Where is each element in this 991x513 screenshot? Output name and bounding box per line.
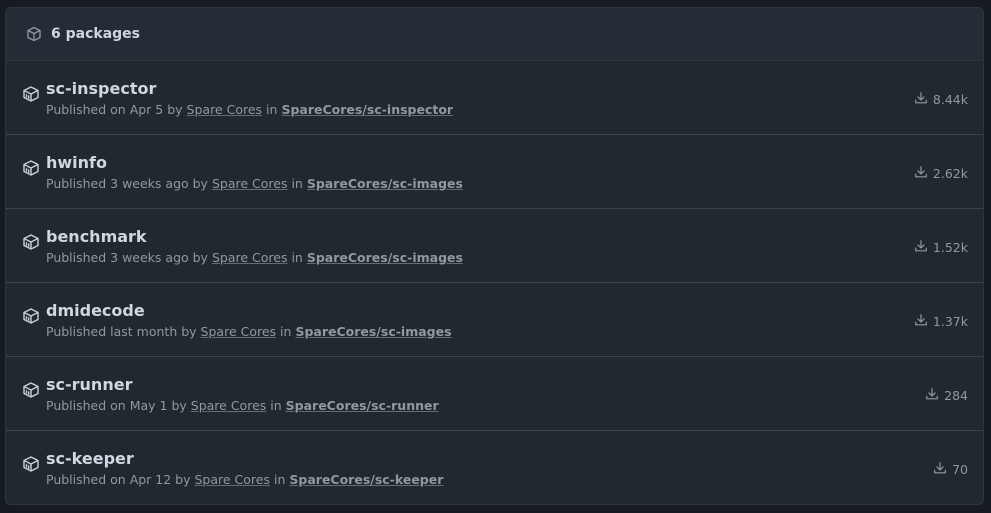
author-link[interactable]: Spare Cores	[212, 176, 288, 191]
package-meta: Published on May 1 by Spare Cores in Spa…	[46, 398, 439, 413]
package-name-link[interactable]: dmidecode	[46, 301, 145, 320]
container-package-icon	[22, 307, 40, 325]
download-count-value: 2.62k	[932, 166, 968, 181]
package-row: hwinfo Published 3 weeks ago by Spare Co…	[6, 135, 983, 209]
package-row: sc-keeper Published on Apr 12 by Spare C…	[6, 431, 983, 504]
download-icon	[925, 387, 944, 404]
container-package-icon	[22, 455, 40, 473]
download-count-value: 284	[944, 388, 968, 403]
package-name-link[interactable]: hwinfo	[46, 153, 107, 172]
package-icon	[26, 26, 42, 42]
author-link[interactable]: Spare Cores	[212, 250, 288, 265]
download-icon	[914, 313, 933, 330]
package-name-link[interactable]: sc-runner	[46, 375, 132, 394]
download-count: 70	[933, 461, 968, 478]
repository-link[interactable]: SpareCores/sc-images	[295, 324, 451, 339]
repository-link[interactable]: SpareCores/sc-keeper	[289, 472, 443, 487]
package-row: sc-inspector Published on Apr 5 by Spare…	[6, 61, 983, 135]
package-name-link[interactable]: sc-keeper	[46, 449, 134, 468]
download-count-value: 1.37k	[932, 314, 968, 329]
package-list: sc-inspector Published on Apr 5 by Spare…	[6, 61, 983, 504]
package-meta: Published last month by Spare Cores in S…	[46, 324, 452, 339]
package-meta: Published 3 weeks ago by Spare Cores in …	[46, 250, 463, 265]
published-text: Published on May 1 by	[46, 398, 187, 413]
download-count: 8.44k	[914, 91, 968, 108]
package-row: sc-runner Published on May 1 by Spare Co…	[6, 357, 983, 431]
download-count-value: 1.52k	[932, 240, 968, 255]
package-row: dmidecode Published last month by Spare …	[6, 283, 983, 357]
download-count: 1.37k	[914, 313, 968, 330]
published-text: Published 3 weeks ago by	[46, 250, 208, 265]
in-text: in	[266, 102, 278, 117]
download-count: 2.62k	[914, 165, 968, 182]
in-text: in	[280, 324, 292, 339]
author-link[interactable]: Spare Cores	[195, 472, 271, 487]
in-text: in	[291, 176, 303, 191]
package-meta: Published 3 weeks ago by Spare Cores in …	[46, 176, 463, 191]
container-package-icon	[22, 85, 40, 103]
package-row: benchmark Published 3 weeks ago by Spare…	[6, 209, 983, 283]
repository-link[interactable]: SpareCores/sc-inspector	[281, 102, 453, 117]
package-meta: Published on Apr 5 by Spare Cores in Spa…	[46, 102, 453, 117]
published-text: Published on Apr 12 by	[46, 472, 191, 487]
download-icon	[914, 239, 933, 256]
download-icon	[933, 461, 952, 478]
download-icon	[914, 165, 933, 182]
published-text: Published 3 weeks ago by	[46, 176, 208, 191]
packages-header: 6 packages	[6, 8, 983, 61]
author-link[interactable]: Spare Cores	[191, 398, 267, 413]
published-text: Published on Apr 5 by	[46, 102, 183, 117]
container-package-icon	[22, 381, 40, 399]
package-count: 6 packages	[51, 26, 140, 42]
download-count-value: 70	[952, 462, 968, 477]
download-icon	[914, 91, 933, 108]
download-count: 284	[925, 387, 968, 404]
download-count: 1.52k	[914, 239, 968, 256]
package-name-link[interactable]: sc-inspector	[46, 79, 156, 98]
in-text: in	[274, 472, 286, 487]
author-link[interactable]: Spare Cores	[201, 324, 277, 339]
in-text: in	[291, 250, 303, 265]
repository-link[interactable]: SpareCores/sc-images	[307, 250, 463, 265]
author-link[interactable]: Spare Cores	[187, 102, 263, 117]
package-name-link[interactable]: benchmark	[46, 227, 147, 246]
in-text: in	[270, 398, 282, 413]
repository-link[interactable]: SpareCores/sc-runner	[286, 398, 439, 413]
download-count-value: 8.44k	[932, 92, 968, 107]
package-meta: Published on Apr 12 by Spare Cores in Sp…	[46, 472, 443, 487]
container-package-icon	[22, 159, 40, 177]
published-text: Published last month by	[46, 324, 197, 339]
container-package-icon	[22, 233, 40, 251]
repository-link[interactable]: SpareCores/sc-images	[307, 176, 463, 191]
packages-box: 6 packages sc-inspector Published on Apr…	[5, 7, 984, 505]
